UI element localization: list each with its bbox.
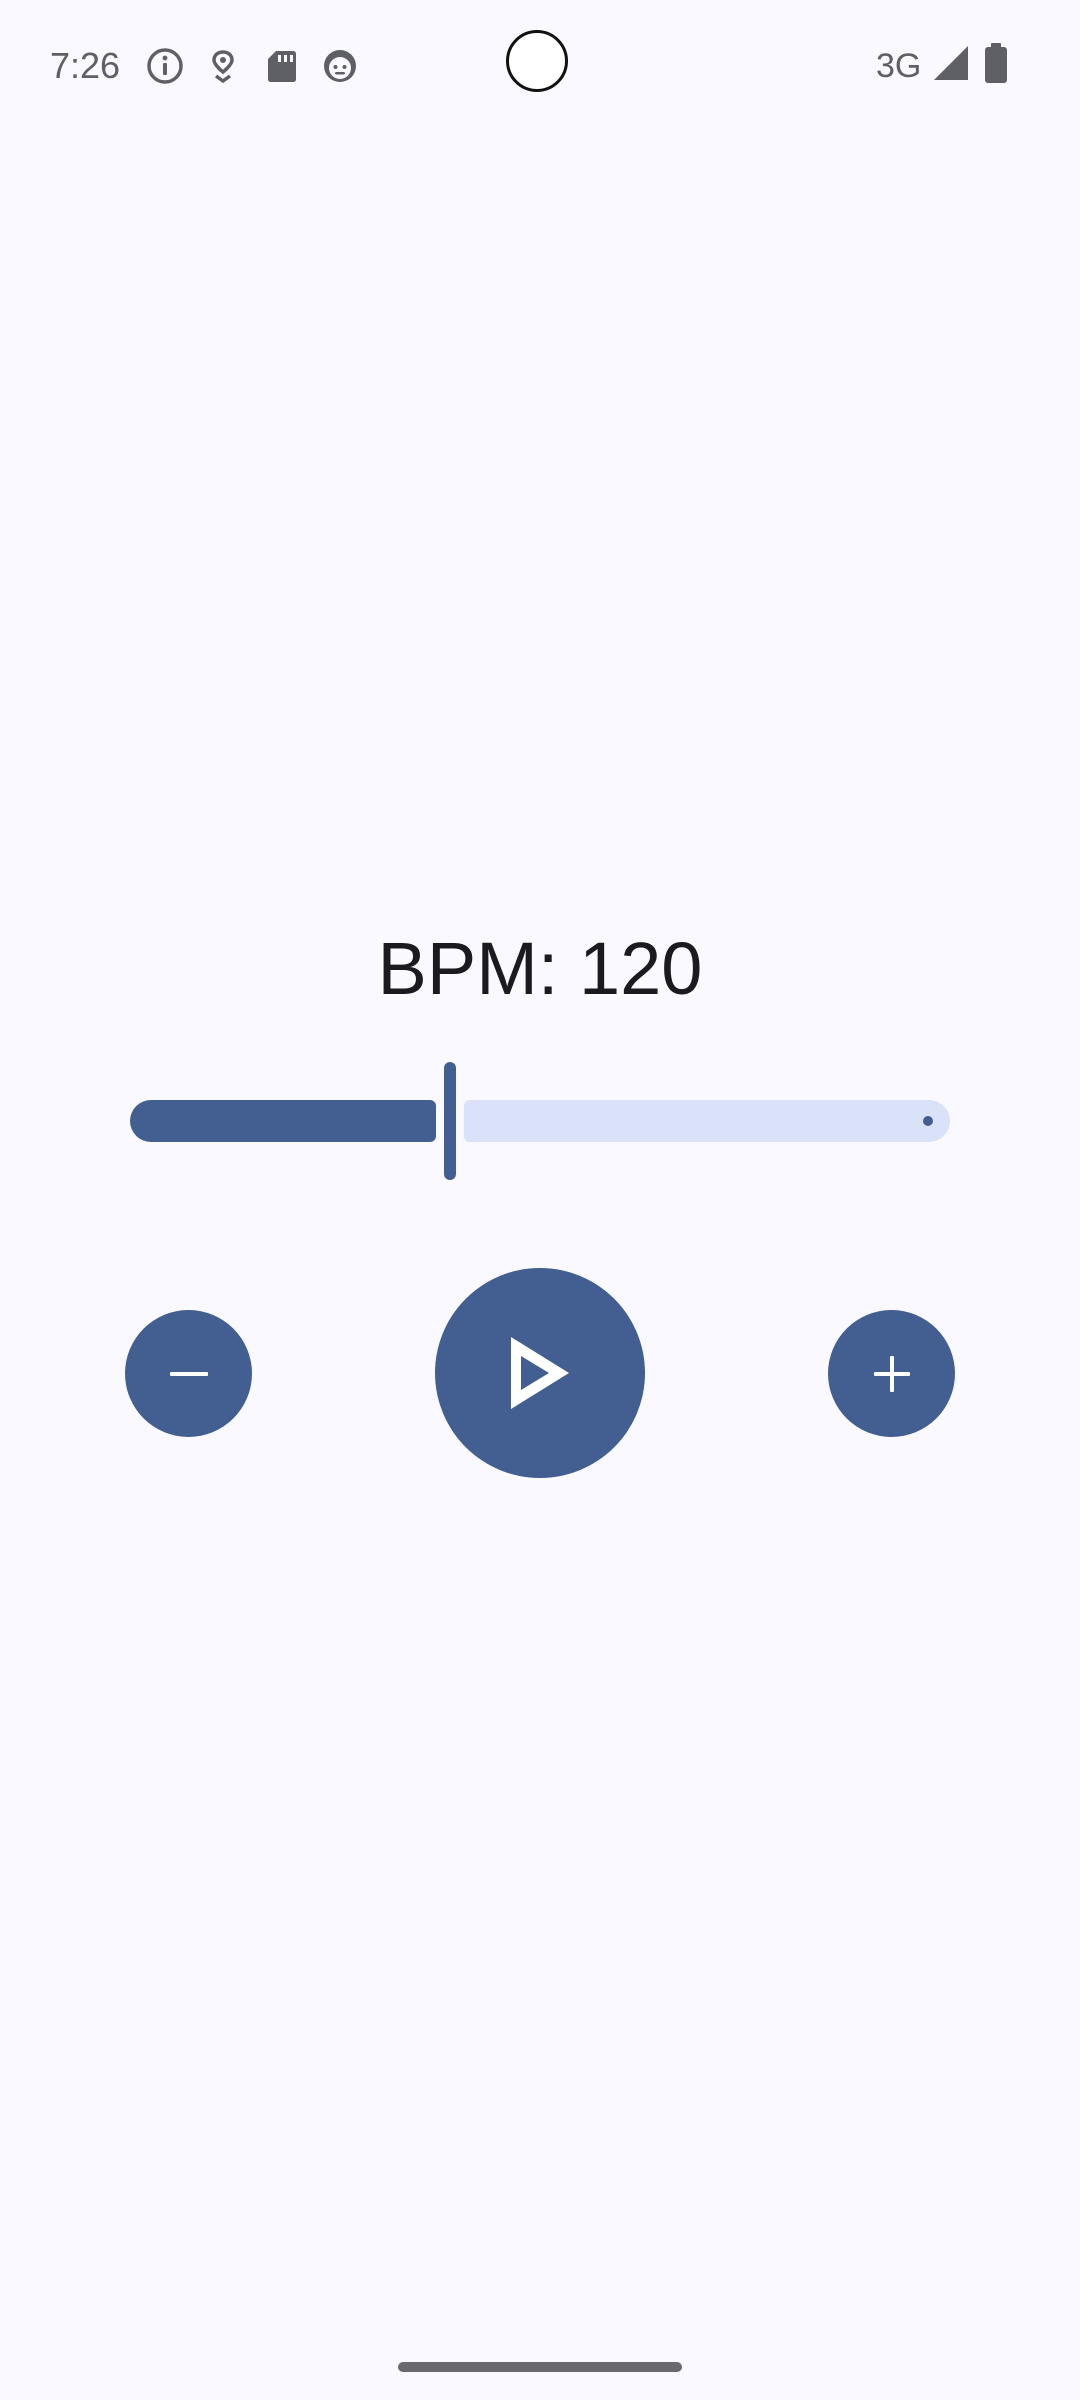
home-indicator[interactable] (398, 2362, 682, 2372)
location-pin-icon (203, 46, 243, 86)
increase-bpm-button[interactable] (828, 1310, 955, 1437)
sd-card-icon (262, 46, 302, 86)
plus-icon (873, 1355, 910, 1392)
slider-active-track (130, 1100, 436, 1142)
play-icon (511, 1337, 569, 1409)
slider-inactive-track (464, 1100, 950, 1142)
network-type: 3G (876, 47, 922, 85)
play-button[interactable] (435, 1268, 645, 1478)
bpm-slider[interactable] (130, 1060, 950, 1184)
status-bar: 7:26 3G (0, 0, 1080, 130)
bpm-label: BPM: 120 (377, 927, 703, 1010)
status-time: 7:26 (50, 45, 121, 86)
app-screen: 7:26 3G BPM: 120 (0, 0, 1080, 2400)
slider-thumb[interactable] (444, 1062, 456, 1180)
camera-cutout (506, 30, 568, 92)
battery-icon (982, 42, 1010, 84)
decrease-bpm-button[interactable] (125, 1310, 252, 1437)
info-icon (145, 46, 185, 86)
minus-icon (169, 1371, 208, 1376)
face-icon (320, 46, 360, 86)
slider-stop-indicator (923, 1116, 933, 1126)
signal-icon (932, 44, 970, 82)
